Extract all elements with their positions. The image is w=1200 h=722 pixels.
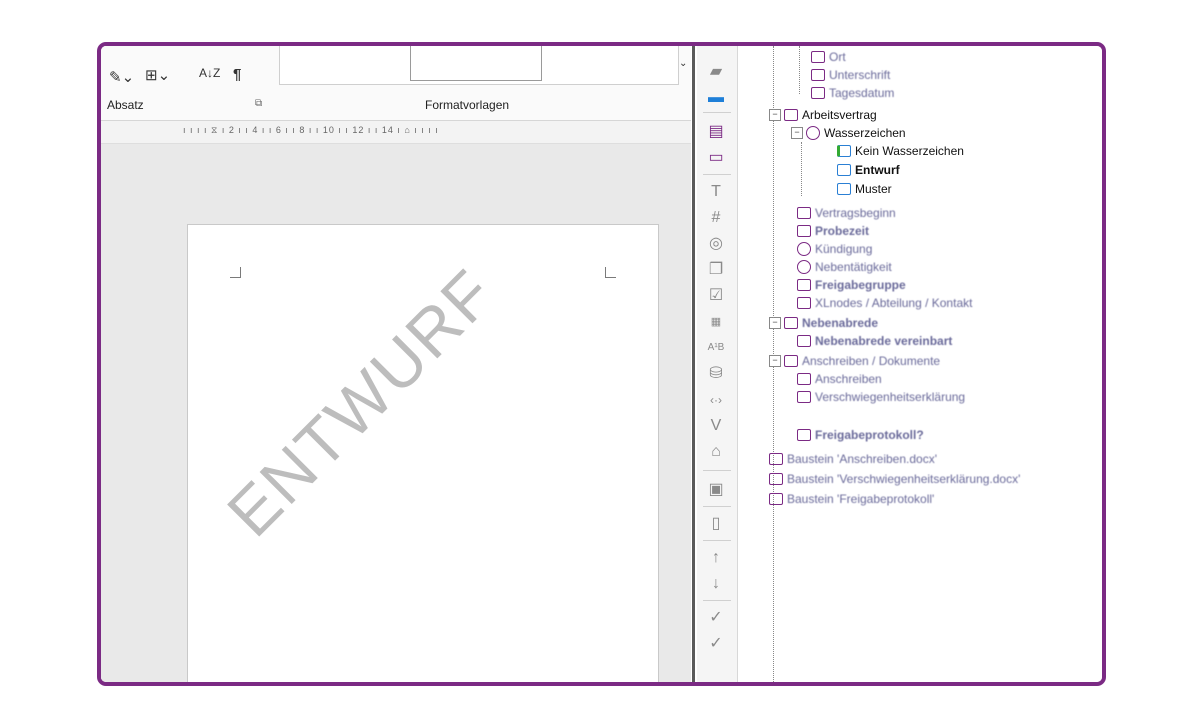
document-icon xyxy=(837,164,851,176)
ab-icon[interactable]: A¹B xyxy=(705,338,727,358)
radio-group-icon xyxy=(806,126,820,140)
module-icon xyxy=(769,453,783,465)
field-icon xyxy=(797,373,811,385)
document-canvas: ENTWURF xyxy=(101,144,691,682)
word-document-area: ✎⌄ ⊞⌄ A↓Z ¶ Absatz ⧉ Formatvorlagen ⌄ ı … xyxy=(101,46,691,682)
collapse-toggle[interactable]: − xyxy=(769,355,781,367)
document-icon xyxy=(837,145,851,157)
field-icon xyxy=(797,429,811,441)
app-frame: ✎⌄ ⊞⌄ A↓Z ¶ Absatz ⧉ Formatvorlagen ⌄ ı … xyxy=(97,42,1106,686)
field-icon xyxy=(797,242,811,256)
tree-item[interactable]: − Nebenabrede xyxy=(769,314,878,332)
field-icon xyxy=(797,207,811,219)
sort-icon[interactable]: A↓Z xyxy=(199,66,220,80)
styles-gallery[interactable] xyxy=(279,46,679,85)
number-icon[interactable]: # xyxy=(705,208,727,228)
section-icon[interactable]: ▤ xyxy=(705,122,727,142)
vertical-toolbar: ▰ ▬ ▤ ▭ T # ◎ ❐ ☑ ▦ A¹B ⛁ ‹·› V ⌂ ▣ ▯ ↑ … xyxy=(697,46,738,682)
circle-icon[interactable]: ◎ xyxy=(705,234,727,254)
structure-tree: Ort Unterschrift Tagesdatum − Arbeitsver… xyxy=(741,46,1102,682)
edit-icon[interactable]: ▰ xyxy=(705,62,727,82)
tree-item-arbeitsvertrag[interactable]: − Arbeitsvertrag xyxy=(769,106,877,124)
tree-item-entwurf[interactable]: Entwurf xyxy=(837,161,900,179)
highlight-icon[interactable]: ✎⌄ xyxy=(109,68,134,86)
module-icon xyxy=(769,493,783,505)
section-icon xyxy=(784,317,798,329)
tree-item[interactable]: Nebentätigkeit xyxy=(797,258,892,276)
style-selected[interactable] xyxy=(410,46,542,81)
ribbon: ✎⌄ ⊞⌄ A↓Z ¶ Absatz ⧉ Formatvorlagen ⌄ xyxy=(101,46,691,121)
checkbox-icon[interactable]: ☑ xyxy=(705,286,727,306)
ruler-scale: ı ı ı ı ⧖ ı 2 ı ı 4 ı ı 6 ı ı 8 ı ı 10 ı… xyxy=(183,125,439,135)
collapse-toggle[interactable]: − xyxy=(791,127,803,139)
tree-item[interactable]: Vertragsbeginn xyxy=(797,204,896,222)
field-icon xyxy=(797,260,811,274)
tree-item[interactable]: Probezeit xyxy=(797,222,869,240)
tree-item-wasserzeichen[interactable]: − Wasserzeichen xyxy=(791,124,906,142)
tree-item[interactable]: Baustein 'Anschreiben.docx' xyxy=(769,450,937,468)
text-icon[interactable]: T xyxy=(705,182,727,202)
tree-item[interactable]: Nebenabrede vereinbart xyxy=(797,332,952,350)
monitor-icon[interactable]: ▭ xyxy=(705,148,727,168)
tree-item[interactable]: Tagesdatum xyxy=(811,84,894,102)
field-icon xyxy=(797,335,811,347)
arrow-up-icon[interactable]: ↑ xyxy=(705,548,727,568)
code-icon[interactable]: ‹·› xyxy=(705,390,727,410)
tree-item[interactable]: Baustein 'Freigabeprotokoll' xyxy=(769,490,934,508)
section-icon xyxy=(784,109,798,121)
pane-divider[interactable] xyxy=(692,46,695,682)
tree-item[interactable]: − Anschreiben / Dokumente xyxy=(769,352,940,370)
field-icon xyxy=(797,391,811,403)
box-icon[interactable]: ▯ xyxy=(705,514,727,534)
document-page[interactable]: ENTWURF xyxy=(187,224,659,682)
field-icon xyxy=(797,225,811,237)
group-label-styles: Formatvorlagen xyxy=(425,98,510,112)
tree-item-muster[interactable]: Muster xyxy=(837,180,892,198)
section-icon xyxy=(784,355,798,367)
tree-item[interactable]: Anschreiben xyxy=(797,370,882,388)
tree-item[interactable]: Freigabegruppe xyxy=(797,276,906,294)
tag-icon[interactable]: ⌂ xyxy=(705,442,727,462)
group-label-paragraph: Absatz xyxy=(107,98,144,112)
tree-item[interactable]: Baustein 'Verschwiegenheitserklärung.doc… xyxy=(769,470,1020,488)
tree-item[interactable]: Kündigung xyxy=(797,240,872,258)
tree-item-kein-wasserzeichen[interactable]: Kein Wasserzeichen xyxy=(837,142,964,160)
dialog-launcher-icon[interactable]: ⧉ xyxy=(255,98,262,109)
module-icon xyxy=(769,473,783,485)
calendar-icon[interactable]: ▦ xyxy=(705,312,727,332)
database-icon[interactable]: ⛁ xyxy=(705,364,727,384)
check-icon[interactable]: ✓ xyxy=(705,608,727,628)
document-icon xyxy=(837,183,851,195)
field-icon xyxy=(811,69,825,81)
tree-item[interactable]: XLnodes / Abteilung / Kontakt xyxy=(797,294,972,312)
folder-icon[interactable]: ▬ xyxy=(705,88,727,108)
collapse-toggle[interactable]: − xyxy=(769,317,781,329)
margin-corner-top-left xyxy=(230,267,241,278)
margin-corner-top-right xyxy=(605,267,616,278)
border-icon[interactable]: ⊞⌄ xyxy=(145,66,170,84)
pilcrow-button[interactable]: ¶ xyxy=(233,66,241,83)
tree-item[interactable]: Ort xyxy=(811,48,846,66)
field-icon xyxy=(811,51,825,63)
field-icon xyxy=(811,87,825,99)
tree-item[interactable]: Unterschrift xyxy=(811,66,890,84)
tree-item[interactable]: Verschwiegenheitserklärung xyxy=(797,388,965,406)
check-icon[interactable]: ✓ xyxy=(705,634,727,654)
tree-item[interactable]: Freigabeprotokoll? xyxy=(797,426,924,444)
watermark-text: ENTWURF xyxy=(212,254,509,551)
field-icon xyxy=(797,279,811,291)
ruler: ı ı ı ı ⧖ ı 2 ı ı 4 ı ı 6 ı ı 8 ı ı 10 ı… xyxy=(101,121,691,144)
field-icon xyxy=(797,297,811,309)
v-icon[interactable]: V xyxy=(705,416,727,436)
copy-icon[interactable]: ❐ xyxy=(705,260,727,280)
arrow-down-icon[interactable]: ↓ xyxy=(705,574,727,594)
help-icon[interactable]: ▣ xyxy=(705,480,727,500)
gallery-scroll-icon[interactable]: ⌄ xyxy=(679,58,687,69)
collapse-toggle[interactable]: − xyxy=(769,109,781,121)
